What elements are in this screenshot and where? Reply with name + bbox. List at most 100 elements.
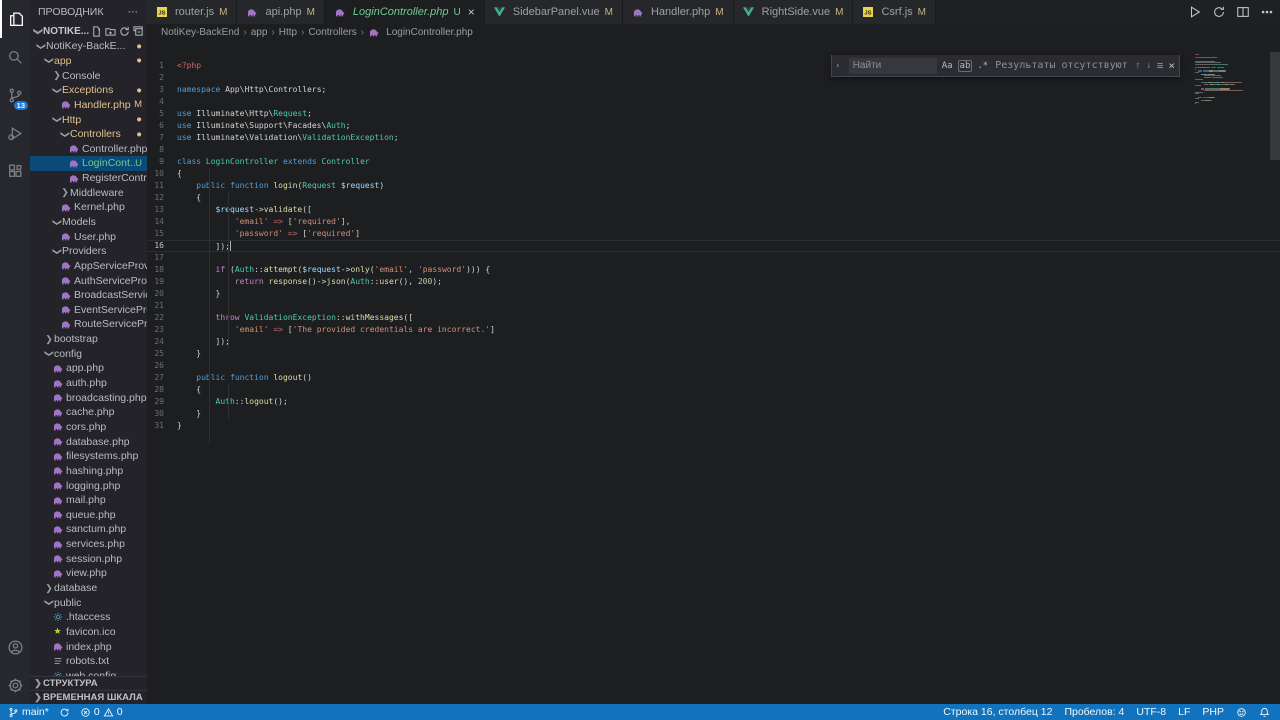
tree-file-database.php[interactable]: database.php	[30, 434, 147, 449]
split-editor-icon[interactable]	[1236, 5, 1250, 19]
code-line-26[interactable]: 26	[147, 360, 1280, 372]
code-line-30[interactable]: 30 }	[147, 408, 1280, 420]
sync-status-item[interactable]	[59, 707, 70, 718]
collapse-all-icon[interactable]	[133, 26, 144, 37]
code-area[interactable]: 1 <?php 2 3 namespace App\Http\Controllers; 4…	[147, 40, 1280, 704]
breadcrumb-item[interactable]: LoginController.php	[386, 27, 473, 38]
regex-icon[interactable]: .*	[977, 61, 988, 71]
code-line-11[interactable]: 11 public function login(Request $reques…	[147, 180, 1280, 192]
tree-file-sanctum.php[interactable]: sanctum.php	[30, 522, 147, 537]
code-line-24[interactable]: 24 ]);	[147, 336, 1280, 348]
code-line-21[interactable]: 21	[147, 300, 1280, 312]
tab-api.php[interactable]: api.php M	[237, 0, 325, 24]
close-icon[interactable]: ×	[1168, 59, 1175, 72]
close-icon[interactable]: ×	[468, 5, 475, 19]
tree-file-hashing.php[interactable]: hashing.php	[30, 464, 147, 479]
language-mode[interactable]: PHP	[1202, 706, 1224, 718]
find-input[interactable]	[848, 57, 937, 74]
refresh-icon[interactable]	[119, 26, 130, 37]
tree-folder-Models[interactable]: ❯ Models	[30, 215, 147, 230]
code-line-19[interactable]: 19 return response()->json(Auth::user(),…	[147, 276, 1280, 288]
tree-file-queue.php[interactable]: queue.php	[30, 508, 147, 523]
tree-file-favicon.ico[interactable]: ★ favicon.ico	[30, 625, 147, 640]
code-line-27[interactable]: 27 public function logout()	[147, 372, 1280, 384]
tree-folder-Console[interactable]: ❯ Console	[30, 68, 147, 83]
tree-folder-bootstrap[interactable]: ❯ bootstrap	[30, 332, 147, 347]
tree-file-session.php[interactable]: session.php	[30, 551, 147, 566]
tree-file-LoginCont...[interactable]: LoginCont... U	[30, 156, 147, 171]
new-folder-icon[interactable]	[105, 26, 116, 37]
tree-folder-Controllers[interactable]: ❯ Controllers ●	[30, 127, 147, 142]
tree-file-RegisterContro...[interactable]: RegisterContro...	[30, 171, 147, 186]
tree-folder-config[interactable]: ❯ config	[30, 346, 147, 361]
toggle-replace-icon[interactable]: ›	[832, 55, 844, 76]
tree-file-cors.php[interactable]: cors.php	[30, 420, 147, 435]
indentation[interactable]: Пробелов: 4	[1064, 706, 1124, 718]
code-line-22[interactable]: 22 throw ValidationException::withMessag…	[147, 312, 1280, 324]
extensions-icon[interactable]	[0, 152, 30, 190]
breadcrumb-item[interactable]: Http	[279, 27, 297, 38]
tree-file-AuthServiceProv...[interactable]: AuthServiceProv...	[30, 273, 147, 288]
encoding[interactable]: UTF-8	[1136, 706, 1166, 718]
tree-file-.htaccess[interactable]: .htaccess	[30, 610, 147, 625]
code-line-12[interactable]: 12 {	[147, 192, 1280, 204]
tree-file-services.php[interactable]: services.php	[30, 537, 147, 552]
tab-router.js[interactable]: JS router.js M	[147, 0, 238, 24]
whole-word-icon[interactable]: ab	[957, 59, 973, 72]
tree-folder-public[interactable]: ❯ public	[30, 595, 147, 610]
cursor-position[interactable]: Строка 16, столбец 12	[943, 706, 1052, 718]
tree-file-cache.php[interactable]: cache.php	[30, 405, 147, 420]
tree-folder-Http[interactable]: ❯ Http ●	[30, 112, 147, 127]
tab-LoginController.php[interactable]: LoginController.php U ×	[324, 0, 485, 24]
code-line-7[interactable]: 7 use Illuminate\Validation\ValidationExc…	[147, 132, 1280, 144]
code-line-23[interactable]: 23 'email' => ['The provided credentials…	[147, 324, 1280, 336]
tree-file-view.php[interactable]: view.php	[30, 566, 147, 581]
code-line-13[interactable]: 13 $request->validate([	[147, 204, 1280, 216]
tab-RightSide.vue[interactable]: RightSide.vue M	[733, 0, 854, 24]
tree-file-Kernel.php[interactable]: Kernel.php	[30, 200, 147, 215]
tree-folder-Exceptions[interactable]: ❯ Exceptions ●	[30, 83, 147, 98]
run-icon[interactable]	[1188, 5, 1202, 19]
tree-file-broadcasting.php[interactable]: broadcasting.php	[30, 390, 147, 405]
eol-sequence[interactable]: LF	[1178, 706, 1190, 718]
code-line-15[interactable]: 15 'password' => ['required']	[147, 228, 1280, 240]
source-control-icon[interactable]: 13	[0, 76, 30, 114]
settings-gear-icon[interactable]	[0, 666, 30, 704]
tree-file-User.php[interactable]: User.php	[30, 229, 147, 244]
code-line-31[interactable]: 31}	[147, 420, 1280, 432]
breadcrumb-item[interactable]: Controllers	[308, 27, 356, 38]
tree-file-EventServicePro...[interactable]: EventServicePro...	[30, 303, 147, 318]
tab-Handler.php[interactable]: Handler.php M	[622, 0, 734, 24]
tab-SidebarPanel.vue[interactable]: SidebarPanel.vue M	[484, 0, 623, 24]
tree-file-robots.txt[interactable]: robots.txt	[30, 654, 147, 669]
timeline-section[interactable]: ❯ ВРЕМЕННАЯ ШКАЛА	[30, 690, 147, 704]
match-case-icon[interactable]: Aa	[942, 61, 953, 71]
tree-file-RouteServicePro...[interactable]: RouteServicePro...	[30, 317, 147, 332]
code-line-20[interactable]: 20 }	[147, 288, 1280, 300]
explorer-icon[interactable]	[0, 0, 30, 38]
tree-file-app.php[interactable]: app.php	[30, 361, 147, 376]
tree-folder-app[interactable]: ❯ app ●	[30, 54, 147, 69]
new-file-icon[interactable]	[91, 26, 102, 37]
breadcrumb-item[interactable]: app	[251, 27, 268, 38]
code-line-10[interactable]: 10 {	[147, 168, 1280, 180]
problems-item[interactable]: 0 0	[80, 706, 123, 718]
account-icon[interactable]	[0, 628, 30, 666]
tree-file-web.config[interactable]: web.config	[30, 669, 147, 676]
more-actions-icon[interactable]	[1260, 5, 1274, 19]
find-next-icon[interactable]: ↓	[1146, 60, 1152, 71]
workspace-section-header[interactable]: ❯ NOTIKE...	[30, 24, 147, 39]
search-icon[interactable]	[0, 38, 30, 76]
tab-Csrf.js[interactable]: JS Csrf.js M	[853, 0, 936, 24]
tree-file-Handler.php[interactable]: Handler.php M	[30, 98, 147, 113]
feedback-icon[interactable]	[1236, 707, 1247, 718]
code-line-5[interactable]: 5 use Illuminate\Http\Request;	[147, 108, 1280, 120]
code-line-18[interactable]: 18 if (Auth::attempt($request->only('ema…	[147, 264, 1280, 276]
tree-file-mail.php[interactable]: mail.php	[30, 493, 147, 508]
tree-file-index.php[interactable]: index.php	[30, 639, 147, 654]
find-previous-icon[interactable]: ↑	[1135, 60, 1141, 71]
code-line-4[interactable]: 4	[147, 96, 1280, 108]
sync-icon[interactable]	[1212, 5, 1226, 19]
code-line-29[interactable]: 29 Auth::logout();	[147, 396, 1280, 408]
tree-folder-Middleware[interactable]: ❯ Middleware	[30, 185, 147, 200]
